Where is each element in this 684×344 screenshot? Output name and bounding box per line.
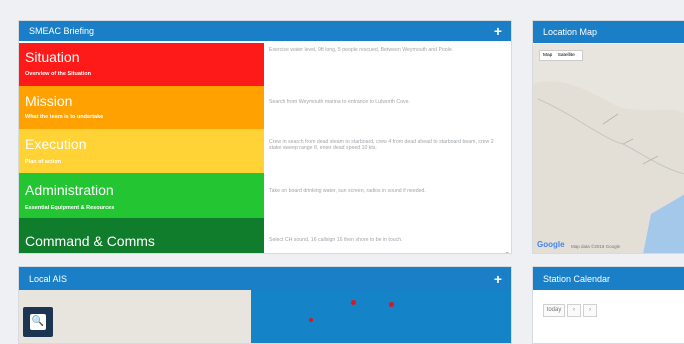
local-ais-title: Local AIS	[29, 273, 68, 284]
station-calendar-title: Station Calendar	[543, 273, 611, 284]
brief-heading-mission: Mission	[25, 93, 73, 109]
ais-map[interactable]	[19, 290, 511, 343]
briefing-title: SMEAC Briefing	[29, 26, 95, 36]
brief-row-administration: Administration Essential Equipment & Res…	[19, 173, 264, 218]
ais-land	[19, 290, 251, 343]
brief-row-mission: Mission What the team is to undertake	[19, 86, 264, 129]
magnifier-icon: 🔍	[30, 314, 46, 330]
briefing-plus-icon[interactable]: +	[494, 23, 502, 39]
google-logo: Google	[537, 240, 565, 249]
map-toggle-map[interactable]: Map	[543, 53, 552, 58]
brief-heading-situation: Situation	[25, 49, 80, 65]
calendar-prev-button[interactable]: ‹	[567, 304, 581, 317]
calendar-next-button[interactable]: ›	[583, 304, 597, 317]
brief-row-execution: Execution Plan of action	[19, 129, 264, 173]
brief-subheading-situation: Overview of the Situation	[25, 71, 92, 77]
location-map-header: Location Map	[533, 21, 684, 43]
brief-desc-administration: Take on board drinking water, sun screen…	[269, 188, 426, 194]
ais-search-button[interactable]: 🔍	[23, 307, 53, 337]
brief-row-situation: Situation Overview of the Situation	[19, 43, 264, 86]
map-attribution: Map data ©2018 Google	[571, 244, 621, 249]
brief-subheading-execution: Plan of action	[25, 159, 62, 165]
smeac-briefing-panel: SMEAC Briefing + Situation Overview of t…	[18, 20, 512, 254]
station-calendar-panel: Station Calendar today ‹ ›	[532, 266, 684, 344]
location-map-panel: Location Map Map Satellite Google Map da…	[532, 20, 684, 254]
map-toggle-satellite[interactable]: Satellite	[558, 53, 575, 58]
brief-desc-execution: Crew in search from dead steam to starbo…	[269, 139, 494, 151]
ais-vessel-pin[interactable]	[351, 300, 356, 305]
brief-heading-command-comms: Command & Comms	[25, 233, 155, 249]
brief-heading-administration: Administration	[25, 182, 114, 198]
brief-desc-situation: Exercise water level, 9ft long, 5 people…	[269, 47, 454, 53]
ais-vessel-pin[interactable]	[309, 318, 313, 322]
location-map-title: Location Map	[543, 27, 598, 37]
brief-subheading-mission: What the team is to undertake	[25, 114, 104, 120]
station-calendar-header: Station Calendar	[533, 267, 684, 290]
briefing-scrollbar[interactable]	[511, 42, 512, 249]
map-terrain	[533, 81, 684, 253]
local-ais-panel: Local AIS + 🔍	[18, 266, 512, 344]
brief-heading-execution: Execution	[25, 136, 87, 152]
brief-desc-mission: Search from Weymouth marina to entrance …	[269, 99, 410, 105]
brief-desc-command-comms: Select CH sound, 16 callsign 16 then sho…	[269, 237, 403, 243]
brief-subheading-administration: Essential Equipment & Resources	[25, 205, 115, 211]
calendar-today-button[interactable]: today	[543, 304, 565, 317]
briefing-header: SMEAC Briefing +	[19, 21, 511, 41]
ais-vessel-pin[interactable]	[389, 302, 394, 307]
resize-handle-icon[interactable]: ⤡	[506, 251, 511, 253]
map-type-toggle[interactable]: Map Satellite	[539, 50, 583, 61]
local-ais-header: Local AIS +	[19, 267, 511, 290]
local-ais-plus-icon[interactable]: +	[494, 271, 502, 287]
brief-row-command-comms: Command & Comms	[19, 218, 264, 253]
location-map[interactable]: Map Satellite Google Map data ©2018 Goog…	[533, 44, 684, 253]
